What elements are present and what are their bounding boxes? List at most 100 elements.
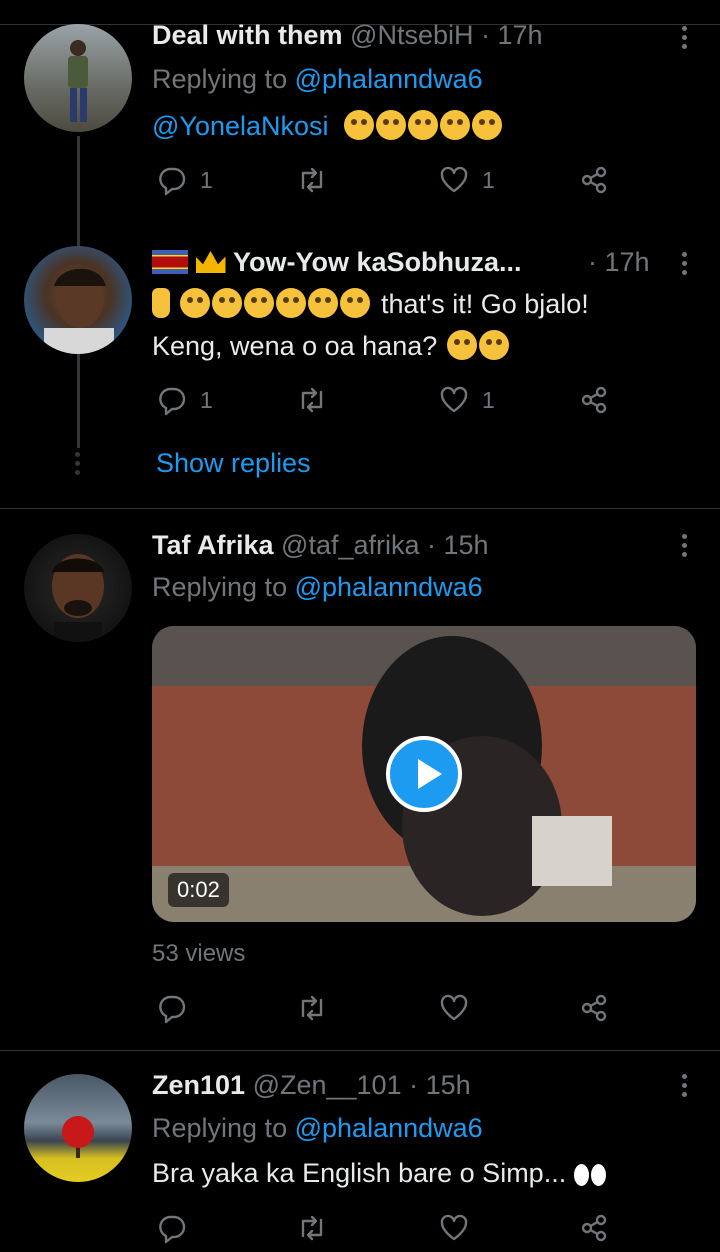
retweet-icon: [301, 995, 323, 1021]
reply-icon: [159, 167, 186, 196]
timestamp[interactable]: · 15h: [409, 1070, 471, 1100]
share-icon: [581, 166, 607, 194]
tweet-text-line: Bra yaka ka English bare o Simp...: [152, 1158, 606, 1193]
crying-emoji-icon: [243, 288, 274, 318]
crying-emoji-icon: [211, 288, 242, 318]
share-button[interactable]: [578, 992, 610, 1024]
share-icon: [581, 386, 607, 414]
like-button[interactable]: [438, 992, 470, 1024]
share-icon: [581, 994, 607, 1022]
avatar[interactable]: [24, 1074, 132, 1182]
replying-to-link[interactable]: @phalanndwa6: [295, 572, 483, 602]
laughing-emoji-icon: [307, 288, 338, 318]
avatar[interactable]: [24, 246, 132, 354]
reply-button[interactable]: [156, 1212, 188, 1244]
tweet-text-line-1: that's it! Go bjalo!: [152, 288, 589, 320]
retweet-button[interactable]: [296, 164, 328, 196]
action-bar: 1 1: [152, 384, 622, 424]
reply-count: 1: [200, 386, 213, 413]
replying-label: Replying to: [152, 1113, 288, 1143]
play-button-icon[interactable]: [386, 736, 462, 812]
mention-link[interactable]: @YonelaNkosi: [152, 111, 329, 141]
tweet-header: Deal with them @NtsebiH · 17h: [152, 20, 543, 51]
heart-icon: [440, 386, 468, 413]
rofl-emoji-icon: [472, 110, 503, 140]
like-count: 1: [482, 386, 495, 413]
retweet-icon: [301, 167, 323, 193]
tweet-text: @YonelaNkosi: [152, 110, 503, 142]
retweet-icon: [301, 387, 323, 413]
avatar-face: [52, 554, 104, 642]
timestamp[interactable]: · 17h: [588, 247, 650, 277]
like-button[interactable]: [438, 1212, 470, 1244]
eyes-emoji-icon: [573, 1162, 606, 1193]
reply-icon: [159, 1215, 186, 1244]
avatar[interactable]: [24, 24, 132, 132]
retweet-button[interactable]: [296, 992, 328, 1024]
more-options-icon[interactable]: [682, 534, 690, 561]
timestamp[interactable]: · 17h: [481, 20, 543, 50]
avatar-red-tree: [62, 1116, 94, 1158]
video-duration: 0:02: [168, 873, 229, 907]
retweet-button[interactable]: [296, 384, 328, 416]
rofl-emoji-icon: [478, 330, 509, 360]
handle[interactable]: @NtsebiH: [350, 20, 473, 50]
retweet-icon: [301, 1215, 323, 1241]
tweet-text-line-2: Keng, wena o oa hana?: [152, 330, 509, 362]
show-replies-link[interactable]: Show replies: [156, 448, 311, 479]
timestamp[interactable]: · 15h: [427, 530, 489, 560]
display-name[interactable]: Deal with them: [152, 20, 343, 50]
like-button[interactable]: 1: [438, 384, 495, 416]
replying-label: Replying to: [152, 64, 288, 94]
thread-ellipsis-icon: [75, 452, 81, 479]
more-options-icon[interactable]: [682, 26, 690, 53]
handle[interactable]: @Zen__101: [253, 1070, 402, 1100]
tweet-text: Bra yaka ka English bare o Simp...: [152, 1158, 567, 1188]
replying-line: Replying to @phalanndwa6: [152, 572, 483, 603]
laughing-emoji-icon: [339, 288, 370, 318]
more-options-icon[interactable]: [682, 252, 690, 279]
heart-icon: [440, 1214, 468, 1241]
reply-button[interactable]: 1: [156, 384, 213, 416]
replying-line: Replying to @phalanndwa6: [152, 64, 483, 95]
crown-icon: [195, 251, 226, 273]
tweet-text: Keng, wena o oa hana?: [152, 331, 438, 361]
action-bar: [152, 1212, 622, 1252]
share-button[interactable]: [578, 164, 610, 196]
replying-label: Replying to: [152, 572, 288, 602]
rofl-emoji-icon: [446, 330, 477, 360]
laughing-emoji-icon: [179, 288, 210, 318]
handle[interactable]: @taf_afrika: [281, 530, 419, 560]
retweet-button[interactable]: [296, 1212, 328, 1244]
reply-icon: [159, 387, 186, 416]
video-player[interactable]: 0:02: [152, 626, 696, 922]
rofl-emoji-icon: [376, 110, 407, 140]
view-count: 53 views: [152, 940, 246, 967]
tweet-header: Yow-Yow kaSobhuza...: [152, 247, 522, 278]
display-name[interactable]: Yow-Yow kaSobhuza...: [233, 247, 522, 277]
action-bar: 1 1: [152, 164, 622, 204]
display-name[interactable]: Zen101: [152, 1070, 245, 1100]
tweet-text: that's it! Go bjalo!: [381, 289, 589, 319]
tweet-header: Zen101 @Zen__101 · 15h: [152, 1070, 471, 1101]
pointing-up-emoji-icon: [152, 288, 170, 318]
reply-count: 1: [200, 166, 213, 193]
laughing-emoji-row: [342, 110, 503, 141]
tweet-header: Taf Afrika @taf_afrika · 15h: [152, 530, 489, 561]
replying-to-link[interactable]: @phalanndwa6: [295, 64, 483, 94]
share-button[interactable]: [578, 1212, 610, 1244]
rofl-emoji-icon: [344, 110, 375, 140]
more-options-icon[interactable]: [682, 1074, 690, 1101]
action-bar: [152, 992, 622, 1032]
like-count: 1: [482, 166, 495, 193]
replying-to-link[interactable]: @phalanndwa6: [295, 1113, 483, 1143]
replying-line: Replying to @phalanndwa6: [152, 1113, 483, 1144]
like-button[interactable]: 1: [438, 164, 495, 196]
reply-button[interactable]: [156, 992, 188, 1024]
display-name[interactable]: Taf Afrika: [152, 530, 274, 560]
avatar[interactable]: [24, 534, 132, 642]
share-button[interactable]: [578, 384, 610, 416]
rofl-emoji-icon: [408, 110, 439, 140]
reply-button[interactable]: 1: [156, 164, 213, 196]
share-icon: [581, 1214, 607, 1242]
